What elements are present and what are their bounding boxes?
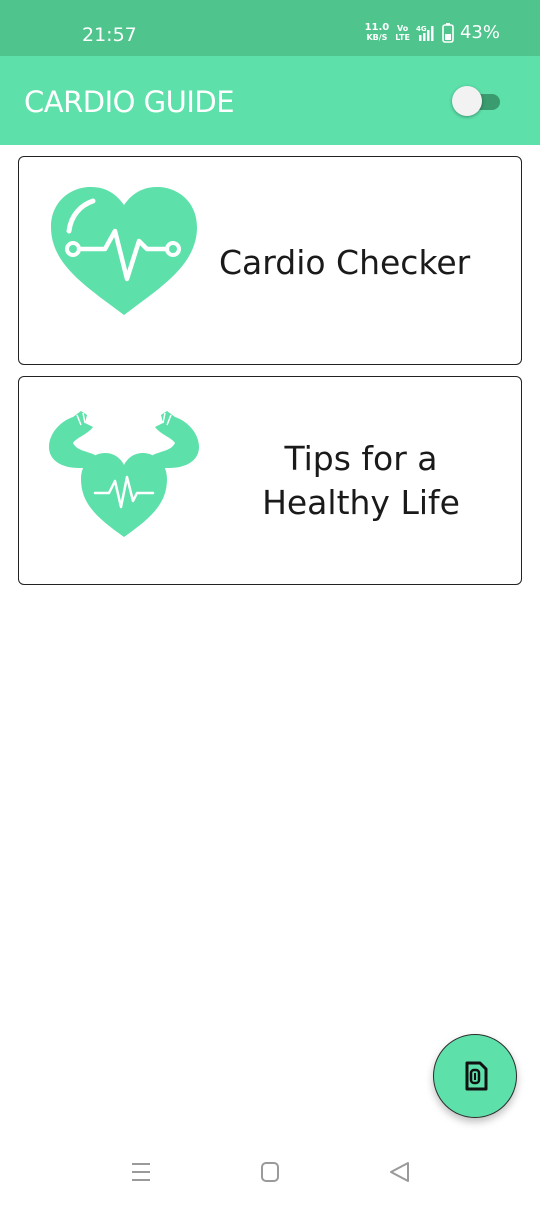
status-indicators: 11.0 KB/S Vo LTE 4G 43% [365,22,500,43]
battery-icon [442,22,454,43]
healthy-tips-label-line2: Healthy Life [262,483,460,522]
cardio-checker-label: Cardio Checker [219,243,471,282]
volte-top: Vo [397,23,409,33]
status-bar: 21:57 11.0 KB/S Vo LTE 4G 43% [0,0,540,56]
back-icon[interactable] [388,1160,412,1184]
home-icon[interactable] [258,1160,282,1184]
healthy-tips-label: Tips for a Healthy Life [231,437,491,525]
volte-indicator: Vo LTE [395,24,410,42]
heart-pulse-icon [51,187,197,315]
clipboard-icon [465,1061,488,1091]
recents-icon[interactable] [130,1160,154,1184]
network-speed-value: 11.0 [364,21,390,33]
status-time: 21:57 [82,24,137,46]
volte-bottom: LTE [395,32,410,42]
healthy-tips-label-line1: Tips for a [284,439,438,478]
healthy-tips-card[interactable]: Tips for a Healthy Life [18,376,522,585]
network-speed: 11.0 KB/S [364,21,390,43]
cardio-checker-card[interactable]: Cardio Checker [18,156,522,365]
theme-toggle[interactable] [452,86,502,116]
network-type: 4G [416,25,427,33]
network-speed-unit: KB/S [366,32,388,42]
toggle-thumb [452,86,482,116]
fab-button[interactable] [433,1034,517,1118]
signal-icon: 4G [416,25,434,41]
battery-percent: 43% [459,22,500,43]
strong-heart-icon [49,411,199,537]
system-nav-bar [0,1140,540,1206]
app-title: CARDIO GUIDE [24,85,235,119]
app-bar: CARDIO GUIDE [0,56,540,145]
